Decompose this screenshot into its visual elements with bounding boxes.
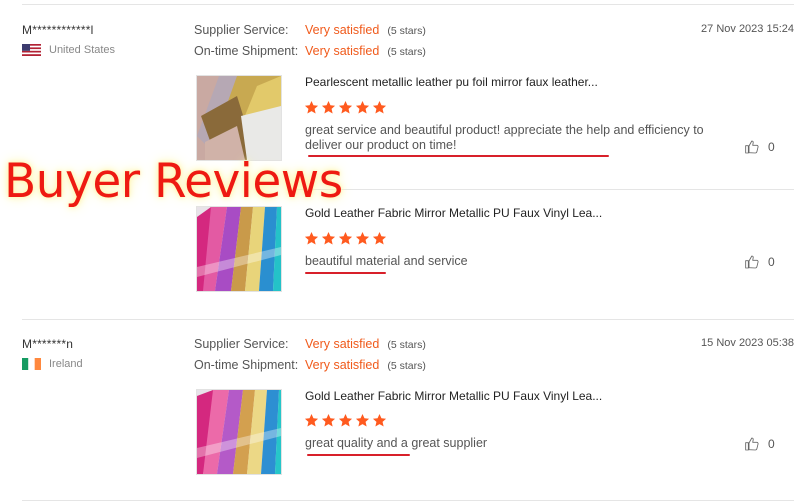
review-text-line: deliver our product on time!: [305, 138, 457, 152]
supplier-service-rating: Very satisfied (5 stars): [305, 337, 426, 351]
thumbs-up-icon: [744, 436, 760, 452]
star-icon: [304, 231, 319, 246]
supplier-service-stars: (5 stars): [387, 339, 426, 351]
review-text: beautiful material and service: [305, 254, 468, 269]
product-title[interactable]: Pearlescent metallic leather pu foil mir…: [305, 75, 598, 89]
supplier-service-rating: Very satisfied (5 stars): [305, 23, 426, 37]
ireland-flag-icon: [22, 358, 41, 370]
review-text: great service and beautiful product! app…: [305, 123, 704, 153]
country-name: United States: [49, 44, 116, 56]
country-name: Ireland: [49, 358, 83, 370]
supplier-service-stars: (5 stars): [387, 25, 426, 37]
item-divider: [294, 189, 794, 190]
thumbs-up-icon: [744, 139, 760, 155]
review-text-line: great quality and a great supplier: [305, 436, 488, 450]
product-title[interactable]: Gold Leather Fabric Mirror Metallic PU F…: [305, 389, 602, 403]
shipment-label: On-time Shipment:: [194, 358, 299, 372]
star-icon: [372, 413, 387, 428]
shipment-stars: (5 stars): [387, 46, 426, 58]
product-thumbnail[interactable]: [196, 75, 282, 161]
product-title[interactable]: Gold Leather Fabric Mirror Metallic PU F…: [305, 206, 602, 220]
buyer-country: United States: [22, 44, 115, 56]
supplier-service-value: Very satisfied: [305, 337, 380, 351]
star-icon: [321, 100, 336, 115]
product-thumbnail[interactable]: [196, 389, 282, 475]
like-button[interactable]: 0: [744, 254, 775, 270]
star-icon: [338, 413, 353, 428]
star-rating: [304, 413, 387, 428]
star-icon: [372, 100, 387, 115]
review-text-line: great service and beautiful product! app…: [305, 123, 704, 137]
review-divider: [22, 319, 794, 320]
bottom-divider: [22, 500, 794, 501]
review-text: great quality and a great supplier: [305, 436, 487, 451]
highlight-underline: [308, 155, 609, 157]
like-count: 0: [768, 255, 775, 269]
shipment-rating: Very satisfied (5 stars): [305, 44, 426, 58]
review-date: 15 Nov 2023 05:38: [701, 337, 794, 349]
supplier-service-label: Supplier Service:: [194, 337, 289, 351]
review-date: 27 Nov 2023 15:24: [701, 23, 794, 35]
thumbs-up-icon: [744, 254, 760, 270]
buyer-name: M************l: [22, 23, 94, 37]
supplier-service-label: Supplier Service:: [194, 23, 289, 37]
star-icon: [355, 231, 370, 246]
star-icon: [304, 413, 319, 428]
review-text-line: beautiful material and service: [305, 254, 468, 268]
star-icon: [338, 231, 353, 246]
like-button[interactable]: 0: [744, 139, 775, 155]
star-icon: [304, 100, 319, 115]
star-rating: [304, 100, 387, 115]
shipment-value: Very satisfied: [305, 44, 380, 58]
shipment-value: Very satisfied: [305, 358, 380, 372]
top-divider: [22, 4, 794, 5]
star-icon: [355, 413, 370, 428]
buyer-name: M*******n: [22, 337, 74, 351]
supplier-service-value: Very satisfied: [305, 23, 380, 37]
star-icon: [321, 231, 336, 246]
shipment-label: On-time Shipment:: [194, 44, 299, 58]
buyer-reviews-overlay-title: Buyer Reviews: [4, 154, 343, 209]
like-button[interactable]: 0: [744, 436, 775, 452]
star-icon: [372, 231, 387, 246]
like-count: 0: [768, 140, 775, 154]
highlight-underline: [307, 454, 410, 456]
shipment-rating: Very satisfied (5 stars): [305, 358, 426, 372]
star-icon: [355, 100, 370, 115]
star-icon: [338, 100, 353, 115]
highlight-underline: [305, 272, 386, 274]
star-rating: [304, 231, 387, 246]
buyer-country: Ireland: [22, 358, 83, 370]
like-count: 0: [768, 437, 775, 451]
us-flag-icon: [22, 44, 41, 56]
shipment-stars: (5 stars): [387, 360, 426, 372]
star-icon: [321, 413, 336, 428]
product-thumbnail[interactable]: [196, 206, 282, 292]
